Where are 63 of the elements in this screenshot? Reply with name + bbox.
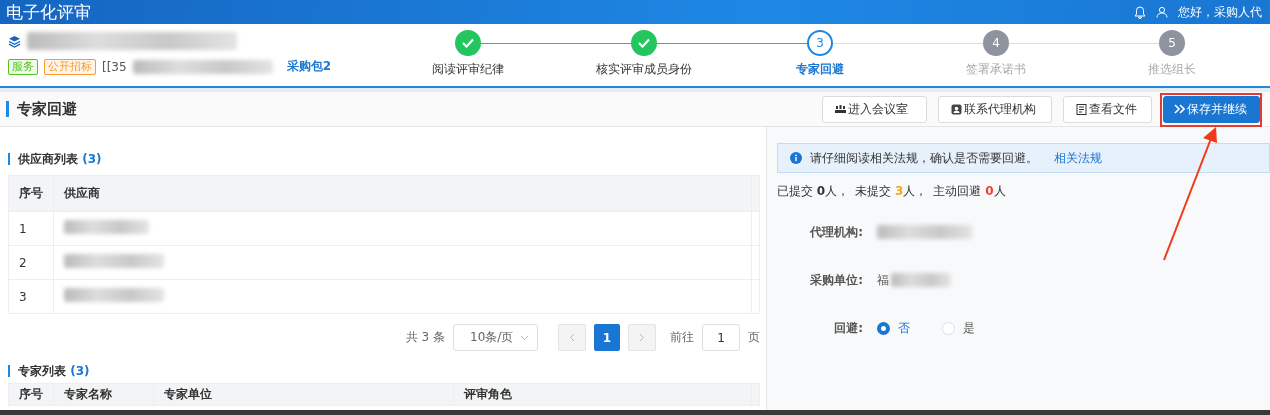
user-greeting[interactable]: 您好，采购人代: [1178, 3, 1262, 21]
column-header: 供应商: [53, 175, 752, 212]
radio-option[interactable]: 否: [877, 319, 910, 337]
page-input[interactable]: 1: [702, 324, 740, 351]
app-title: 电子化评审: [6, 0, 91, 24]
tag: 公开招标: [44, 58, 96, 75]
table-cell: 1: [8, 211, 54, 246]
total-count: 共 3 条: [405, 329, 445, 346]
table-cell: 2: [8, 245, 54, 280]
field-label: 代理机构:: [809, 223, 863, 241]
page-size-select[interactable]: 10条/页: [453, 324, 538, 351]
step-circle: 5: [1159, 30, 1185, 56]
bell-icon: [1134, 5, 1146, 19]
submission-stat: 已提交 0人，: [777, 183, 850, 200]
field-label: 采购单位:: [809, 271, 863, 289]
blurred-text: [891, 273, 951, 287]
submission-stat: 未提交 3人，: [855, 183, 928, 200]
section-title: 供应商列表 (3): [8, 153, 760, 165]
page-button[interactable]: 1: [594, 324, 620, 351]
chevron-right-icon: [639, 333, 645, 342]
column-header: 专家名称: [53, 383, 154, 406]
step-circle: 4: [983, 30, 1009, 56]
table-cell: 3: [8, 279, 54, 314]
column-header: 序号: [8, 175, 54, 212]
meeting-icon: [835, 104, 846, 114]
action-button[interactable]: 查看文件: [1063, 95, 1152, 123]
notice-text: 请仔细阅读相关法规，确认是否需要回避。: [810, 149, 1038, 167]
column-header: 评审角色: [453, 383, 752, 406]
contact-icon: [951, 103, 962, 115]
step-circle: 3: [807, 30, 833, 56]
action-button[interactable]: 保存并继续: [1163, 95, 1260, 123]
step-label: 推选组长: [1148, 61, 1196, 78]
project-code: [[35: [102, 59, 127, 74]
section-title: 专家列表 (3): [8, 365, 760, 377]
document-icon: [1076, 103, 1087, 115]
step-label: 签署承诺书: [966, 61, 1026, 78]
column-header: 专家单位: [153, 383, 454, 406]
field-value: 福: [877, 271, 889, 289]
layers-icon: [8, 34, 21, 48]
next-page-button[interactable]: [628, 324, 656, 351]
previous-page-button[interactable]: [558, 324, 586, 351]
double-chevron-icon: [1174, 104, 1185, 114]
radio-option[interactable]: 是: [942, 319, 975, 337]
page-suffix: 页: [748, 329, 760, 346]
field-label: 回避:: [833, 319, 863, 337]
action-button[interactable]: 进入会议室: [822, 95, 927, 123]
page-title: 专家回避: [6, 101, 77, 117]
action-button[interactable]: 联系代理机构: [938, 95, 1052, 123]
check-icon: [462, 38, 474, 48]
chevron-left-icon: [569, 333, 575, 342]
step-label: 专家回避: [796, 61, 844, 78]
info-icon: [790, 152, 802, 164]
regulations-link[interactable]: 相关法规: [1054, 149, 1102, 167]
step-label: 核实评审成员身份: [596, 61, 692, 78]
column-header: 序号: [8, 383, 54, 406]
check-icon: [638, 38, 650, 48]
step-label: 阅读评审纪律: [432, 61, 504, 78]
submission-stat: 主动回避 0人: [933, 183, 1006, 200]
package-link[interactable]: 采购包2: [286, 58, 331, 75]
tag: 服务: [8, 58, 38, 75]
user-icon: [1156, 6, 1168, 18]
goto-label: 前往: [670, 329, 694, 346]
chevron-down-icon: [520, 334, 529, 341]
